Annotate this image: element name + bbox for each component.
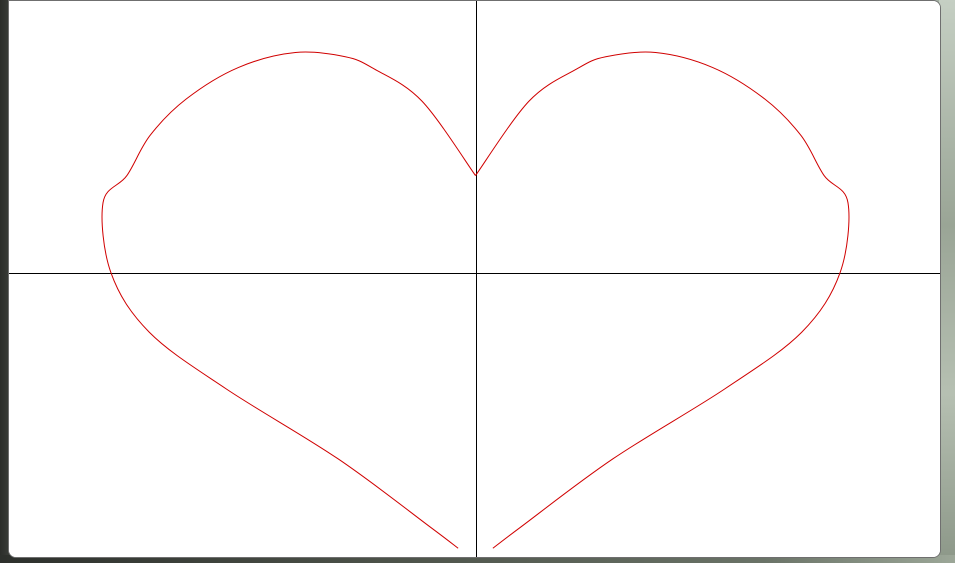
plot-background: [9, 1, 940, 557]
desktop-background-right: [939, 0, 955, 563]
plot-window: [8, 0, 941, 558]
plot-canvas[interactable]: [9, 1, 941, 558]
